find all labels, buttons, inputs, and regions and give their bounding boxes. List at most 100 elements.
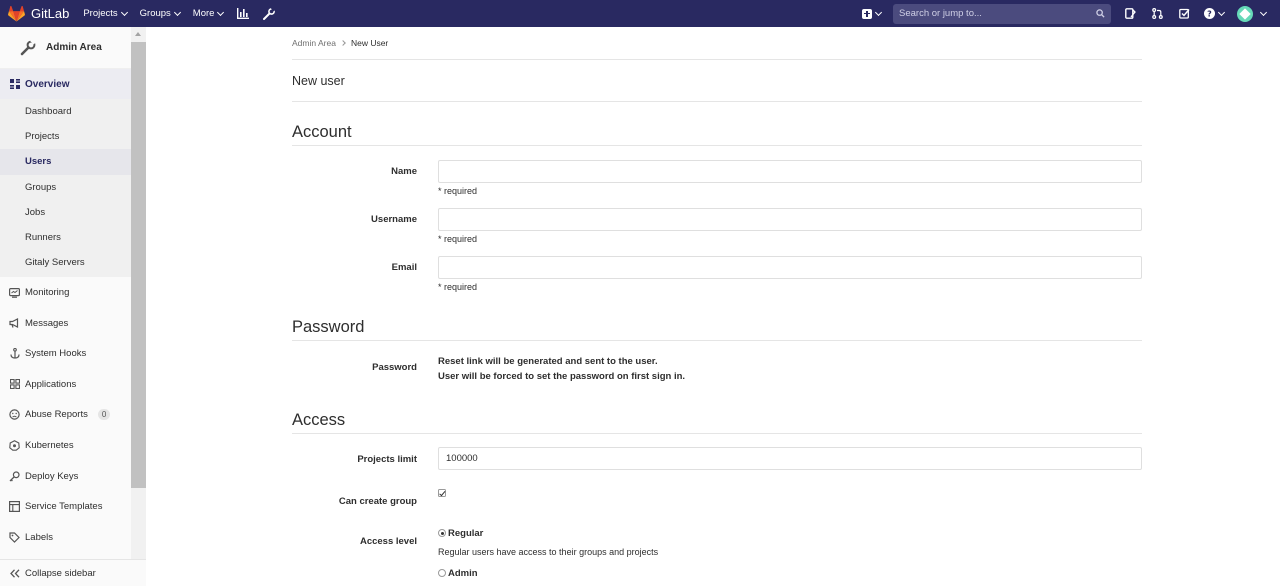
sidebar-subitem-users[interactable]: Users [0,149,145,175]
gitlab-logo[interactable]: GitLab [8,0,69,27]
sidebar-item-system-hooks[interactable]: System Hooks [0,339,145,370]
nav-projects-label: Projects [83,8,118,19]
monitor-icon [9,287,20,298]
projects-limit-label: Projects limit [357,454,417,465]
password-info-line-2: User will be forced to set the password … [438,370,686,382]
anchor-icon [9,348,20,359]
username-label: Username [371,214,417,225]
regular-description: Regular users have access to their group… [438,547,659,557]
account-section-title: Account [292,123,1142,146]
todo-issues-icon[interactable] [1123,7,1137,21]
name-required-hint: * required [438,186,478,196]
sidebar-item-label: Applications [25,378,77,390]
nav-groups-label: Groups [139,8,171,19]
plus-icon [862,8,872,19]
search-icon [1096,9,1105,18]
svg-text:?: ? [1207,9,1212,18]
username-required-hint: * required [438,234,478,244]
search-input[interactable]: Search or jump to... [893,3,1111,24]
sidebar-item-labels[interactable]: Labels [0,522,145,553]
breadcrumb-new-user[interactable]: New User [351,38,388,48]
kubernetes-icon [9,440,20,451]
sidebar-item-abuse-reports[interactable]: Abuse Reports 0 [0,400,145,431]
sidebar-subitem-projects[interactable]: Projects [0,124,145,149]
can-create-group-label: Can create group [338,496,417,507]
chevron-down-icon [217,8,225,16]
nav-more-dropdown[interactable]: More [192,8,225,19]
breadcrumb-admin-area[interactable]: Admin Area [292,38,336,48]
sidebar-subitem-runners[interactable]: Runners [0,225,145,250]
admin-radio-label: Admin [448,567,478,579]
username-row: Username * required [292,208,1142,244]
can-create-group-checkbox[interactable] [438,489,446,497]
sidebar-header[interactable]: Admin Area [0,27,145,69]
email-label: Email [391,262,417,273]
nav-projects-dropdown[interactable]: Projects [83,8,128,19]
sidebar-item-label: Kubernetes [25,440,74,452]
main-content: Admin Area New User New user Account Nam… [292,27,1142,579]
username-field[interactable] [438,208,1142,231]
collapse-sidebar-label: Collapse sidebar [25,567,96,579]
sidebar-item-label: Monitoring [25,287,70,299]
admin-option[interactable]: Admin [438,567,658,579]
todos-check-icon[interactable] [1177,7,1191,21]
sidebar-item-label: Service Templates [25,501,103,513]
sidebar-subitem-dashboard[interactable]: Dashboard [0,99,145,124]
sidebar: Admin Area Overview Dashboard Projects U… [0,27,146,586]
regular-radio-label: Regular [448,527,484,539]
chevron-down-icon [874,8,883,16]
activity-chart-icon[interactable] [236,7,250,21]
nav-groups-dropdown[interactable]: Groups [139,8,181,19]
scroll-up-arrow-icon[interactable] [135,32,141,36]
sidebar-item-label: Abuse Reports [25,409,88,421]
template-icon [9,501,20,513]
search-placeholder: Search or jump to... [899,8,982,19]
overview-grid-icon [9,79,20,90]
name-row: Name * required [292,160,1142,196]
sidebar-scrollbar-thumb[interactable] [131,42,146,488]
admin-wrench-icon[interactable] [262,7,276,21]
sidebar-item-service-templates[interactable]: Service Templates [0,491,145,522]
projects-limit-field[interactable] [438,447,1142,470]
password-row: Password Reset link will be generated an… [292,355,1142,384]
brand-name: GitLab [31,6,70,21]
avatar[interactable] [1237,5,1253,22]
sidebar-subitem-gitaly-servers[interactable]: Gitaly Servers [0,250,145,275]
sidebar-item-monitoring[interactable]: Monitoring [0,277,145,308]
nav-more-label: More [192,8,215,19]
collapse-sidebar-button[interactable]: Collapse sidebar [0,559,146,586]
new-item-dropdown[interactable] [862,8,883,19]
email-field[interactable] [438,256,1142,279]
help-dropdown[interactable]: ? [1204,7,1226,21]
chevron-down-icon[interactable] [1259,8,1268,16]
name-label: Name [391,166,417,177]
admin-radio[interactable] [438,569,446,578]
sidebar-item-messages[interactable]: Messages [0,308,145,339]
top-navbar: GitLab Projects Groups More Search or ju… [0,0,1280,27]
regular-radio[interactable] [438,529,446,538]
password-section-title: Password [292,318,1142,341]
access-section-title: Access [292,411,1142,434]
grid-icon [9,379,20,390]
abuse-icon [9,409,20,421]
label-icon [9,532,20,543]
sidebar-item-overview[interactable]: Overview [0,69,145,99]
can-create-group-row: Can create group [292,489,1142,507]
overview-submenu: Dashboard Projects Users Groups Jobs Run… [0,99,145,278]
name-field[interactable] [438,160,1142,183]
sidebar-item-label: Messages [25,317,69,329]
password-info-line-1: Reset link will be generated and sent to… [438,356,658,367]
sidebar-item-kubernetes[interactable]: Kubernetes [0,430,145,461]
sidebar-item-overview-label: Overview [25,78,70,90]
password-label: Password [372,362,417,373]
regular-option[interactable]: Regular [438,527,658,539]
sidebar-subitem-jobs[interactable]: Jobs [0,200,145,225]
access-level-row: Access level Regular Regular users have … [292,527,1142,579]
sidebar-item-deploy-keys[interactable]: Deploy Keys [0,461,145,492]
abuse-count-badge: 0 [97,409,111,421]
sidebar-item-applications[interactable]: Applications [0,369,145,400]
sidebar-subitem-groups[interactable]: Groups [0,175,145,200]
merge-request-icon[interactable] [1150,7,1164,21]
key-icon [9,471,20,482]
tanuki-icon [8,5,25,22]
